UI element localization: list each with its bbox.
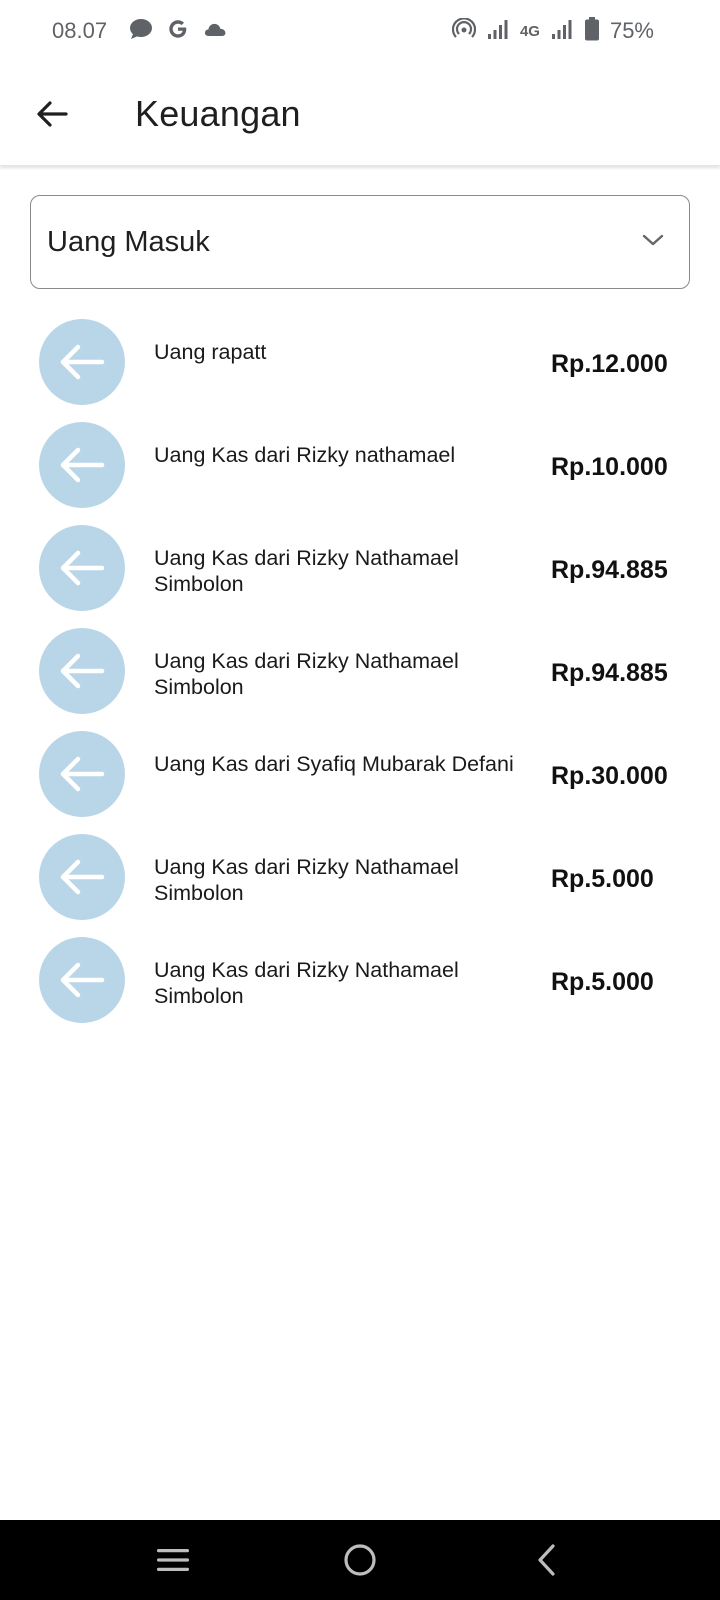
transaction-amount: Rp.12.000	[551, 350, 668, 378]
message-icon	[129, 18, 153, 45]
status-right: 4G 75%	[451, 16, 654, 46]
transaction-description: Uang Kas dari Rizky Nathamael Simbolon	[154, 958, 459, 1008]
transaction-item[interactable]: Uang Kas dari Rizky Nathamael Simbolon R…	[0, 619, 720, 722]
filter-selected-value: Uang Masuk	[47, 225, 210, 258]
incoming-arrow-avatar	[39, 731, 125, 817]
transaction-amount: Rp.5.000	[551, 865, 654, 893]
cloud-icon	[203, 21, 227, 42]
incoming-arrow-avatar	[39, 319, 125, 405]
arrow-left-icon	[60, 550, 105, 586]
transaction-item[interactable]: Uang Kas dari Rizky Nathamael Simbolon R…	[0, 825, 720, 928]
transaction-amount: Rp.94.885	[551, 659, 668, 687]
hotspot-icon	[451, 16, 477, 45]
battery-percentage: 75%	[609, 18, 654, 43]
signal-icon-2	[550, 18, 574, 45]
arrow-left-icon	[60, 447, 105, 483]
transaction-description: Uang Kas dari Rizky nathamael	[154, 443, 456, 467]
incoming-arrow-avatar	[39, 628, 125, 714]
transaction-description: Uang Kas dari Rizky Nathamael Simbolon	[154, 546, 459, 596]
transaction-amount: Rp.5.000	[551, 968, 654, 996]
incoming-arrow-avatar	[39, 834, 125, 920]
status-bar: 08.07 4G 75%	[0, 0, 720, 62]
incoming-arrow-avatar	[39, 525, 125, 611]
recent-apps-button[interactable]	[143, 1530, 203, 1590]
transaction-description: Uang Kas dari Rizky Nathamael Simbolon	[154, 649, 459, 699]
chevron-left-icon	[538, 1544, 555, 1576]
transaction-description: Uang rapatt	[154, 340, 267, 364]
transaction-item[interactable]: Uang Kas dari Rizky Nathamael Simbolon R…	[0, 928, 720, 1031]
system-nav-bar	[0, 1520, 720, 1600]
transaction-amount: Rp.10.000	[551, 453, 668, 481]
status-time: 08.07	[52, 18, 108, 43]
arrow-left-icon	[60, 859, 105, 895]
circle-icon	[344, 1544, 376, 1576]
system-back-button[interactable]	[517, 1530, 577, 1590]
app-bar: Keuangan	[0, 62, 720, 166]
transaction-item[interactable]: Uang Kas dari Rizky Nathamael Simbolon R…	[0, 516, 720, 619]
battery-icon	[584, 16, 600, 46]
status-left: 08.07	[52, 18, 227, 45]
transaction-item[interactable]: Uang rapatt Rp.12.000	[0, 310, 720, 413]
arrow-left-icon	[60, 344, 105, 380]
incoming-arrow-avatar	[39, 422, 125, 508]
network-type-label: 4G	[519, 22, 540, 40]
menu-icon	[157, 1549, 190, 1571]
transaction-amount: Rp.30.000	[551, 762, 668, 790]
transaction-item[interactable]: Uang Kas dari Syafiq Mubarak Defani Rp.3…	[0, 722, 720, 825]
arrow-left-icon	[60, 962, 105, 998]
transaction-item[interactable]: Uang Kas dari Rizky nathamael Rp.10.000	[0, 413, 720, 516]
arrow-left-icon	[60, 756, 105, 792]
transaction-description: Uang Kas dari Rizky Nathamael Simbolon	[154, 855, 459, 905]
signal-icon	[486, 18, 510, 45]
transaction-list: Uang rapatt Rp.12.000 Uang Kas dari Rizk…	[0, 310, 720, 1031]
chevron-down-icon	[641, 232, 665, 253]
transaction-amount: Rp.94.885	[551, 556, 668, 584]
incoming-arrow-avatar	[39, 937, 125, 1023]
arrow-left-icon	[60, 653, 105, 689]
home-button[interactable]	[330, 1530, 390, 1590]
google-icon	[167, 18, 189, 45]
app-screen: 08.07 4G 75% Keuangan Uang Masuk Uang ra…	[0, 0, 720, 1600]
back-button[interactable]	[22, 84, 82, 144]
filter-dropdown[interactable]: Uang Masuk	[30, 195, 690, 289]
page-title: Keuangan	[135, 92, 301, 134]
arrow-left-icon	[37, 100, 68, 127]
transaction-description: Uang Kas dari Syafiq Mubarak Defani	[154, 752, 514, 776]
